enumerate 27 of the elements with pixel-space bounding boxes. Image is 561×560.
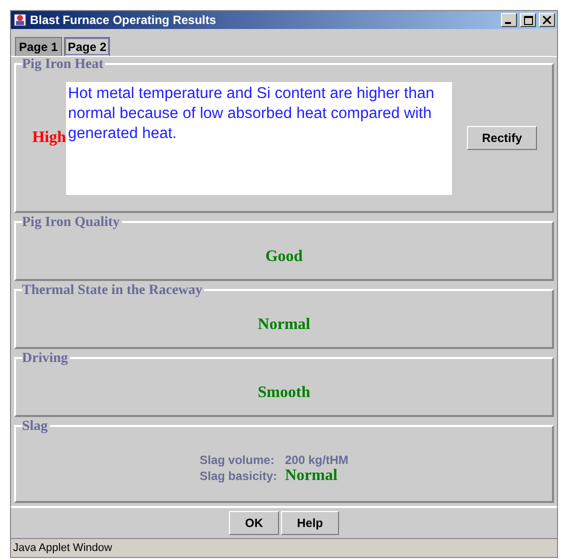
maximize-icon — [524, 16, 532, 24]
field-value: 200 kg/tHM — [285, 453, 348, 467]
tab[interactable]: Page 2 — [64, 37, 110, 56]
status-text: High — [32, 129, 66, 146]
field-label: Slag volume: — [200, 453, 276, 467]
section-title: Driving — [22, 351, 70, 367]
close-button[interactable] — [539, 13, 555, 27]
field-label: Slag basicity: — [200, 469, 277, 483]
minimize-button[interactable] — [501, 13, 517, 27]
rectify-button[interactable]: Rectify — [466, 126, 537, 150]
tab[interactable]: Page 1 — [15, 37, 62, 56]
maximize-button[interactable] — [520, 13, 536, 27]
status-bar: Java Applet Window — [11, 538, 557, 557]
section-title: Pig Iron Quality — [22, 215, 122, 231]
close-icon — [543, 16, 551, 24]
message-text: Hot metal temperature and Si content are higher than normal because of low absorbed heat compared with generated heat. — [66, 82, 452, 194]
app-icon — [13, 13, 27, 27]
status-text: Smooth — [258, 384, 310, 402]
section-title: Pig Iron Heat — [22, 57, 106, 73]
status-text: Good — [265, 248, 303, 266]
section-title: Slag — [22, 419, 50, 435]
dialog-button[interactable]: Help — [281, 511, 339, 535]
window-title: Blast Furnace Operating Results — [30, 13, 218, 27]
status-text: Normal — [285, 467, 338, 485]
section-title: Thermal State in the Raceway — [22, 283, 204, 299]
dialog-button[interactable]: OK — [229, 511, 279, 535]
status-text: Normal — [258, 316, 310, 334]
